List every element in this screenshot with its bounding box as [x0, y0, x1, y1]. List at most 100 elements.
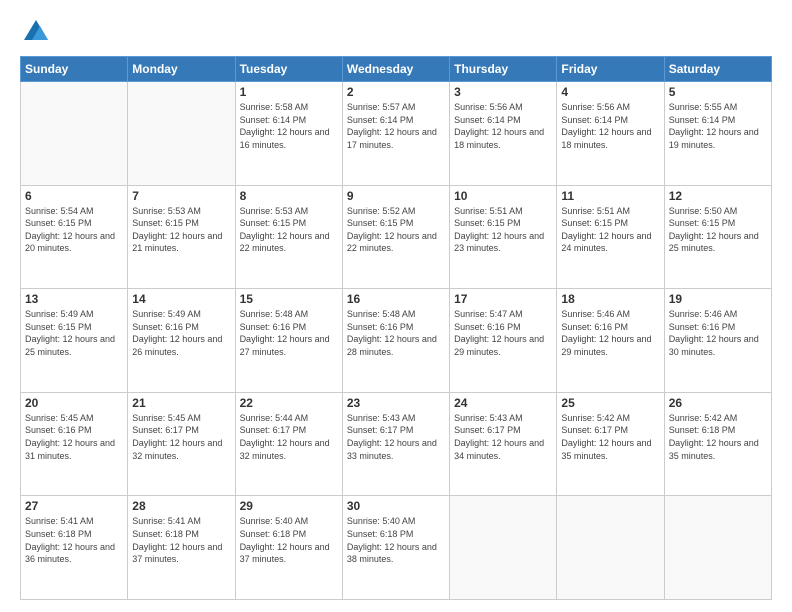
day-number: 16: [347, 292, 445, 306]
calendar-cell: 11Sunrise: 5:51 AM Sunset: 6:15 PM Dayli…: [557, 185, 664, 289]
day-number: 14: [132, 292, 230, 306]
calendar-cell: 22Sunrise: 5:44 AM Sunset: 6:17 PM Dayli…: [235, 392, 342, 496]
calendar-weekday-monday: Monday: [128, 57, 235, 82]
calendar-week-row: 20 Sunrise: 5:45 AM Sunset: 6:16 PM Dayli…: [21, 392, 772, 496]
calendar-cell: [664, 496, 771, 600]
day-number: 27: [25, 499, 123, 513]
calendar-cell: 12 Sunrise: 5:50 AM Sunset: 6:15 PM Dayli…: [664, 185, 771, 289]
day-info: Sunrise: 5:46 AM Sunset: 6:16 PM Dayligh…: [561, 308, 659, 358]
day-number: 21: [132, 396, 230, 410]
calendar-cell: 8 Sunrise: 5:53 AM Sunset: 6:15 PM Daylig…: [235, 185, 342, 289]
logo: [20, 18, 50, 46]
day-info: Sunrise: 5:49 AM Sunset: 6:15 PM Dayligh…: [25, 308, 123, 358]
day-number: 30: [347, 499, 445, 513]
calendar-header-row: SundayMondayTuesdayWednesdayThursdayFrid…: [21, 57, 772, 82]
day-info: Sunrise: 5:51 AM Sunset: 6:15 PM Dayligh…: [561, 205, 659, 255]
calendar-cell: 5 Sunrise: 5:55 AM Sunset: 6:14 PM Daylig…: [664, 82, 771, 186]
calendar-cell: 14 Sunrise: 5:49 AM Sunset: 6:16 PM Dayli…: [128, 289, 235, 393]
day-info: Sunrise: 5:41 AM Sunset: 6:18 PM Dayligh…: [25, 515, 123, 565]
day-info: Sunrise: 5:45 AM Sunset: 6:16 PM Dayligh…: [25, 412, 123, 462]
day-number: 9: [347, 189, 445, 203]
day-info: Sunrise: 5:52 AM Sunset: 6:15 PM Dayligh…: [347, 205, 445, 255]
calendar-cell: 9 Sunrise: 5:52 AM Sunset: 6:15 PM Daylig…: [342, 185, 449, 289]
day-info: Sunrise: 5:40 AM Sunset: 6:18 PM Dayligh…: [347, 515, 445, 565]
calendar-cell: 13Sunrise: 5:49 AM Sunset: 6:15 PM Dayli…: [21, 289, 128, 393]
calendar-cell: 24Sunrise: 5:43 AM Sunset: 6:17 PM Dayli…: [450, 392, 557, 496]
calendar-cell: 10 Sunrise: 5:51 AM Sunset: 6:15 PM Dayli…: [450, 185, 557, 289]
day-info: Sunrise: 5:48 AM Sunset: 6:16 PM Dayligh…: [347, 308, 445, 358]
day-number: 1: [240, 85, 338, 99]
day-info: Sunrise: 5:56 AM Sunset: 6:14 PM Dayligh…: [454, 101, 552, 151]
day-number: 7: [132, 189, 230, 203]
calendar-table: SundayMondayTuesdayWednesdayThursdayFrid…: [20, 56, 772, 600]
day-number: 25: [561, 396, 659, 410]
calendar-cell: 1 Sunrise: 5:58 AM Sunset: 6:14 PM Daylig…: [235, 82, 342, 186]
logo-icon: [22, 18, 50, 46]
day-info: Sunrise: 5:49 AM Sunset: 6:16 PM Dayligh…: [132, 308, 230, 358]
day-number: 12: [669, 189, 767, 203]
day-number: 15: [240, 292, 338, 306]
calendar-cell: 18 Sunrise: 5:46 AM Sunset: 6:16 PM Dayli…: [557, 289, 664, 393]
day-info: Sunrise: 5:53 AM Sunset: 6:15 PM Dayligh…: [240, 205, 338, 255]
day-number: 5: [669, 85, 767, 99]
calendar-cell: [450, 496, 557, 600]
day-number: 2: [347, 85, 445, 99]
calendar-cell: 2 Sunrise: 5:57 AM Sunset: 6:14 PM Daylig…: [342, 82, 449, 186]
calendar-weekday-saturday: Saturday: [664, 57, 771, 82]
calendar-cell: 19Sunrise: 5:46 AM Sunset: 6:16 PM Dayli…: [664, 289, 771, 393]
calendar-cell: 30 Sunrise: 5:40 AM Sunset: 6:18 PM Dayli…: [342, 496, 449, 600]
calendar-cell: 23Sunrise: 5:43 AM Sunset: 6:17 PM Dayli…: [342, 392, 449, 496]
day-info: Sunrise: 5:43 AM Sunset: 6:17 PM Dayligh…: [347, 412, 445, 462]
day-number: 19: [669, 292, 767, 306]
calendar-week-row: 1 Sunrise: 5:58 AM Sunset: 6:14 PM Daylig…: [21, 82, 772, 186]
calendar-cell: 3 Sunrise: 5:56 AM Sunset: 6:14 PM Daylig…: [450, 82, 557, 186]
day-info: Sunrise: 5:58 AM Sunset: 6:14 PM Dayligh…: [240, 101, 338, 151]
calendar-week-row: 13Sunrise: 5:49 AM Sunset: 6:15 PM Dayli…: [21, 289, 772, 393]
day-number: 29: [240, 499, 338, 513]
calendar-cell: 27 Sunrise: 5:41 AM Sunset: 6:18 PM Dayli…: [21, 496, 128, 600]
calendar-weekday-wednesday: Wednesday: [342, 57, 449, 82]
day-number: 17: [454, 292, 552, 306]
day-number: 28: [132, 499, 230, 513]
day-number: 8: [240, 189, 338, 203]
day-info: Sunrise: 5:53 AM Sunset: 6:15 PM Dayligh…: [132, 205, 230, 255]
calendar-cell: 7 Sunrise: 5:53 AM Sunset: 6:15 PM Daylig…: [128, 185, 235, 289]
day-info: Sunrise: 5:40 AM Sunset: 6:18 PM Dayligh…: [240, 515, 338, 565]
day-number: 20: [25, 396, 123, 410]
calendar-cell: 17 Sunrise: 5:47 AM Sunset: 6:16 PM Dayli…: [450, 289, 557, 393]
calendar-weekday-friday: Friday: [557, 57, 664, 82]
day-number: 24: [454, 396, 552, 410]
day-number: 26: [669, 396, 767, 410]
calendar-week-row: 6 Sunrise: 5:54 AM Sunset: 6:15 PM Daylig…: [21, 185, 772, 289]
calendar-cell: 4Sunrise: 5:56 AM Sunset: 6:14 PM Daylig…: [557, 82, 664, 186]
day-number: 10: [454, 189, 552, 203]
day-number: 18: [561, 292, 659, 306]
calendar-cell: [128, 82, 235, 186]
day-info: Sunrise: 5:57 AM Sunset: 6:14 PM Dayligh…: [347, 101, 445, 151]
day-info: Sunrise: 5:51 AM Sunset: 6:15 PM Dayligh…: [454, 205, 552, 255]
calendar-cell: 16 Sunrise: 5:48 AM Sunset: 6:16 PM Dayli…: [342, 289, 449, 393]
page: SundayMondayTuesdayWednesdayThursdayFrid…: [0, 0, 792, 612]
day-info: Sunrise: 5:42 AM Sunset: 6:18 PM Dayligh…: [669, 412, 767, 462]
day-info: Sunrise: 5:56 AM Sunset: 6:14 PM Dayligh…: [561, 101, 659, 151]
calendar-cell: [21, 82, 128, 186]
day-info: Sunrise: 5:42 AM Sunset: 6:17 PM Dayligh…: [561, 412, 659, 462]
calendar-cell: 6 Sunrise: 5:54 AM Sunset: 6:15 PM Daylig…: [21, 185, 128, 289]
day-number: 6: [25, 189, 123, 203]
calendar-cell: 25 Sunrise: 5:42 AM Sunset: 6:17 PM Dayli…: [557, 392, 664, 496]
day-info: Sunrise: 5:47 AM Sunset: 6:16 PM Dayligh…: [454, 308, 552, 358]
day-info: Sunrise: 5:55 AM Sunset: 6:14 PM Dayligh…: [669, 101, 767, 151]
calendar-week-row: 27 Sunrise: 5:41 AM Sunset: 6:18 PM Dayli…: [21, 496, 772, 600]
day-number: 3: [454, 85, 552, 99]
calendar-weekday-sunday: Sunday: [21, 57, 128, 82]
day-info: Sunrise: 5:54 AM Sunset: 6:15 PM Dayligh…: [25, 205, 123, 255]
day-info: Sunrise: 5:50 AM Sunset: 6:15 PM Dayligh…: [669, 205, 767, 255]
calendar-weekday-tuesday: Tuesday: [235, 57, 342, 82]
calendar-cell: 28Sunrise: 5:41 AM Sunset: 6:18 PM Dayli…: [128, 496, 235, 600]
day-info: Sunrise: 5:45 AM Sunset: 6:17 PM Dayligh…: [132, 412, 230, 462]
header: [20, 18, 772, 46]
calendar-cell: 15Sunrise: 5:48 AM Sunset: 6:16 PM Dayli…: [235, 289, 342, 393]
calendar-cell: 21 Sunrise: 5:45 AM Sunset: 6:17 PM Dayli…: [128, 392, 235, 496]
calendar-weekday-thursday: Thursday: [450, 57, 557, 82]
day-info: Sunrise: 5:44 AM Sunset: 6:17 PM Dayligh…: [240, 412, 338, 462]
